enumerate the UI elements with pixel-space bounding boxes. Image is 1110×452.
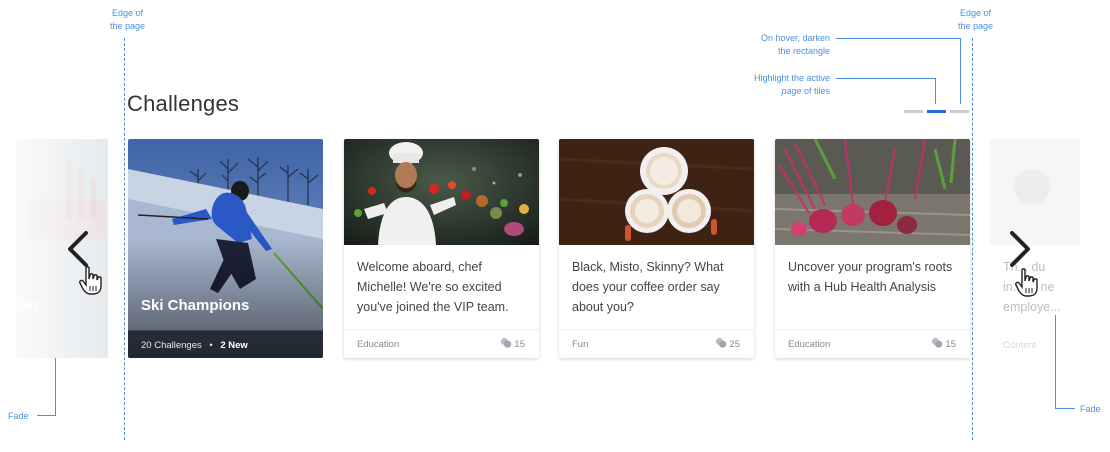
card-category: Fun xyxy=(572,339,589,350)
card-footer: Education 15 xyxy=(775,329,970,358)
featured-card-title: Ski Champions xyxy=(141,297,250,314)
featured-card-footer: 20 Challenges • 2 New xyxy=(128,330,323,358)
card-title: Welcome aboard, chef Michelle! We're so … xyxy=(357,260,509,314)
hand-pointer-icon xyxy=(1015,268,1038,297)
annotation-edge-right: Edge of the page xyxy=(948,7,1003,33)
comment-icon xyxy=(931,337,943,348)
new-count: 2 New xyxy=(220,340,248,351)
card-title: Uncover your program's roots with a Hub … xyxy=(788,260,953,294)
card-comment-count: 15 xyxy=(945,339,956,350)
challenge-card[interactable]: Uncover your program's roots with a Hub … xyxy=(775,139,970,358)
page-dot-active[interactable] xyxy=(927,110,946,113)
edge-guide-right xyxy=(972,38,973,440)
annotation-fade-left: Fade xyxy=(8,411,29,421)
annotation-text-italic: page xyxy=(781,86,802,96)
partial-card-right-category: Content xyxy=(1003,340,1037,351)
partial-card-left-image xyxy=(16,139,108,358)
annotation-text: On hover, darken xyxy=(760,33,830,43)
featured-card-meta: 20 Challenges • 2 New xyxy=(141,340,248,351)
page-dot[interactable] xyxy=(904,110,923,113)
comment-icon xyxy=(500,337,512,348)
chevron-left-icon[interactable] xyxy=(66,230,90,268)
annotation-leader xyxy=(1055,408,1075,409)
card-footer: Education 15 xyxy=(344,329,539,358)
partial-card-right[interactable]: Th... du in... of ne employe... Content xyxy=(990,139,1080,358)
partial-card-left[interactable]: aily xyxy=(16,139,108,358)
ski-photo xyxy=(128,139,323,358)
annotation-hover: On hover, darken the rectangle xyxy=(720,32,830,58)
chef-photo xyxy=(344,139,539,245)
annotation-text: the page xyxy=(957,21,994,31)
annotation-text: Highlight the active xyxy=(753,73,830,83)
partial-card-right-image xyxy=(990,139,1080,245)
annotation-active-page: Highlight the active page of tiles xyxy=(720,72,830,98)
annotation-edge-left: Edge of the page xyxy=(100,7,155,33)
page-dot[interactable] xyxy=(950,110,969,113)
card-comment-count: 15 xyxy=(514,339,525,350)
featured-challenge-card[interactable]: Ski Champions 20 Challenges • 2 New xyxy=(128,139,323,358)
annotation-text: of tiles xyxy=(801,86,830,96)
challenge-card[interactable]: Black, Misto, Skinny? What does your cof… xyxy=(559,139,754,358)
edge-guide-left xyxy=(124,38,125,440)
card-category: Education xyxy=(788,339,831,350)
partial-title-line: employe... xyxy=(1003,300,1061,314)
challenge-card[interactable]: Welcome aboard, chef Michelle! We're so … xyxy=(344,139,539,358)
beets-photo xyxy=(775,139,970,245)
comment-icon xyxy=(715,337,727,348)
hand-pointer-icon xyxy=(79,266,102,295)
annotation-text: Edge of xyxy=(959,8,992,18)
annotation-text: page of tiles xyxy=(720,85,830,98)
annotation-leader xyxy=(37,415,55,416)
section-title: Challenges xyxy=(127,91,240,116)
annotation-text: the page xyxy=(109,21,146,31)
annotation-leader xyxy=(935,78,936,104)
coffee-cups-photo xyxy=(559,139,754,245)
annotation-leader xyxy=(836,38,961,39)
annotation-leader xyxy=(960,38,961,104)
card-category: Education xyxy=(357,339,400,350)
annotation-text: Edge of xyxy=(111,8,144,18)
card-footer: Fun 25 xyxy=(559,329,754,358)
challenges-count: 20 Challenges xyxy=(141,340,202,351)
annotation-leader xyxy=(836,78,936,79)
partial-card-left-title: aily xyxy=(16,297,42,314)
annotation-fade-right: Fade xyxy=(1080,404,1101,414)
card-title: Black, Misto, Skinny? What does your cof… xyxy=(572,260,724,314)
meta-separator: • xyxy=(209,340,213,351)
card-comment-count: 25 xyxy=(729,339,740,350)
annotation-text: the rectangle xyxy=(777,46,830,56)
chevron-right-icon[interactable] xyxy=(1008,230,1032,268)
